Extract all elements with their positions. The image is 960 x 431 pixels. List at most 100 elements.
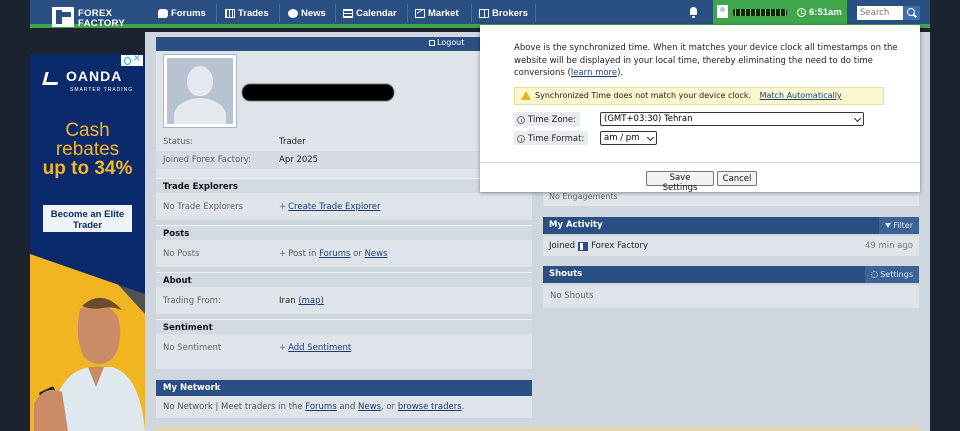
- profile-spacer: [156, 169, 532, 178]
- my-network-heading: My Network: [156, 380, 532, 396]
- calendar-icon: [343, 9, 353, 18]
- clock-time: 6:51am: [809, 7, 842, 18]
- create-trade-explorer-link[interactable]: Create Trade Explorer: [288, 202, 380, 212]
- time-format-select[interactable]: am / pm: [600, 131, 657, 145]
- network-news-link[interactable]: News: [358, 402, 381, 412]
- profile-avatar[interactable]: [163, 54, 237, 128]
- create-trade-explorer[interactable]: + Create Trade Explorer: [279, 202, 380, 212]
- info-icon[interactable]: [517, 116, 525, 124]
- warning-icon: [521, 91, 531, 100]
- nav-divider: [335, 4, 336, 22]
- market-icon: [415, 9, 425, 18]
- posts-news-link[interactable]: News: [365, 249, 388, 259]
- shouts-title: Shouts: [549, 269, 583, 279]
- time-format-label-text: Time Format:: [528, 134, 585, 144]
- shouts-settings-button[interactable]: Settings: [865, 266, 919, 283]
- posts-empty: No Posts: [163, 249, 200, 259]
- info-icon[interactable]: [517, 135, 525, 143]
- nav-calendar-label: Calendar: [356, 8, 397, 19]
- network-text: No Network | Meet traders in the: [163, 402, 303, 412]
- status-label: Status:: [163, 137, 193, 147]
- logo-line-2: FACTORY: [78, 18, 125, 29]
- activity-item: Joined Forex Factory 49 min ago: [543, 236, 919, 256]
- time-zone-label-text: Time Zone:: [528, 115, 577, 125]
- posts-forums-link[interactable]: Forums: [319, 249, 350, 259]
- oanda-logo: OANDA: [44, 68, 122, 84]
- nav-trades-label: Trades: [238, 8, 269, 19]
- save-settings-button[interactable]: Save Settings: [646, 171, 714, 193]
- time-zone-select[interactable]: (GMT+03:30) Tehran: [600, 112, 864, 126]
- logout-link[interactable]: Logout: [429, 38, 464, 47]
- add-sentiment[interactable]: + Add Sentiment: [279, 343, 351, 353]
- brokers-icon: [479, 9, 489, 18]
- trade-explorers-row: No Trade Explorers + Create Trade Explore…: [156, 193, 532, 220]
- user-menu[interactable]: 6:51am: [713, 0, 847, 24]
- nav-divider: [279, 4, 280, 22]
- learn-more-link[interactable]: learn more: [571, 68, 617, 78]
- trading-from-country: Iran: [279, 296, 296, 306]
- nav-news[interactable]: News: [288, 8, 326, 19]
- activity-site: Forex Factory: [591, 241, 649, 251]
- time-format-value: am / pm: [604, 133, 640, 143]
- popup-intro: Above is the synchronized time. When it …: [514, 42, 904, 80]
- ad-person-image: [30, 254, 145, 431]
- filter-label: Filter: [893, 221, 913, 230]
- network-forums-link[interactable]: Forums: [305, 402, 336, 412]
- ad-headline-1: Cash: [65, 120, 110, 141]
- nav-forums[interactable]: Forums: [158, 8, 206, 19]
- nav-trades[interactable]: Trades: [225, 8, 269, 19]
- activity-joined: Joined: [549, 241, 576, 251]
- chevron-down-icon: [853, 114, 862, 123]
- nav-calendar[interactable]: Calendar: [343, 8, 397, 19]
- settings-label: Settings: [880, 270, 913, 279]
- search-input[interactable]: [857, 6, 903, 20]
- avatar[interactable]: [717, 5, 728, 18]
- nav-brokers[interactable]: Brokers: [479, 8, 528, 19]
- match-automatically-link[interactable]: Match Automatically: [760, 91, 842, 100]
- search-button[interactable]: [903, 6, 920, 20]
- oanda-tagline: SMARTER TRADING: [70, 87, 134, 93]
- forums-icon: [158, 9, 168, 18]
- joined-label: Joined Forex Factory:: [163, 155, 251, 165]
- default-avatar-icon: [167, 58, 233, 124]
- sentiment-heading: Sentiment: [156, 319, 532, 335]
- profile-header-bar: [156, 37, 532, 51]
- no-shouts: No Shouts: [550, 291, 594, 301]
- ad-cta-button[interactable]: Become an Elite Trader: [43, 205, 132, 232]
- time-zone-value: (GMT+03:30) Tehran: [604, 114, 693, 124]
- username-redacted: [733, 9, 787, 16]
- browse-traders-link[interactable]: browse traders: [398, 402, 462, 412]
- my-activity-title: My Activity: [549, 220, 603, 230]
- nav-brokers-label: Brokers: [492, 8, 528, 19]
- network-and: and: [339, 402, 356, 412]
- my-network-row: No Network | Meet traders in the Forums …: [156, 396, 532, 418]
- add-sentiment-link[interactable]: Add Sentiment: [288, 343, 351, 353]
- ad-headline-3: up to 34%: [42, 158, 133, 179]
- status-value: Trader: [279, 137, 306, 147]
- cancel-button[interactable]: Cancel: [717, 171, 757, 186]
- time-mismatch-warning: Synchronized Time does not match your de…: [514, 87, 884, 105]
- time-zone-label: Time Zone:: [514, 112, 581, 126]
- sync-clock[interactable]: 6:51am: [797, 7, 842, 18]
- gear-icon: [871, 271, 879, 278]
- map-link[interactable]: (map): [298, 296, 324, 306]
- status-row: Status: Trader: [156, 133, 532, 151]
- joined-row: Joined Forex Factory: Apr 2025: [156, 151, 532, 169]
- ad-choices-close-icon[interactable]: [121, 54, 143, 66]
- nav-news-label: News: [301, 8, 326, 19]
- ad-headline: Cash rebates up to 34%: [30, 121, 145, 178]
- oanda-advertisement[interactable]: OANDA SMARTER TRADING Cash rebates up to…: [30, 54, 145, 431]
- bell-icon[interactable]: [689, 7, 698, 18]
- oanda-brand: OANDA: [66, 68, 123, 84]
- nav-market[interactable]: Market: [415, 8, 459, 19]
- warning-text: Synchronized Time does not match your de…: [535, 91, 752, 100]
- network-end: .: [461, 402, 465, 412]
- forex-factory-logo[interactable]: FOREX FACTORY: [52, 6, 152, 30]
- filter-button[interactable]: Filter: [879, 217, 919, 234]
- news-icon: [288, 9, 298, 18]
- plus-icon: +: [279, 202, 287, 212]
- nav-market-label: Market: [428, 8, 459, 19]
- time-settings-popup: Above is the synchronized time. When it …: [480, 25, 920, 193]
- clock-icon: [797, 8, 806, 17]
- nav-divider: [535, 4, 536, 22]
